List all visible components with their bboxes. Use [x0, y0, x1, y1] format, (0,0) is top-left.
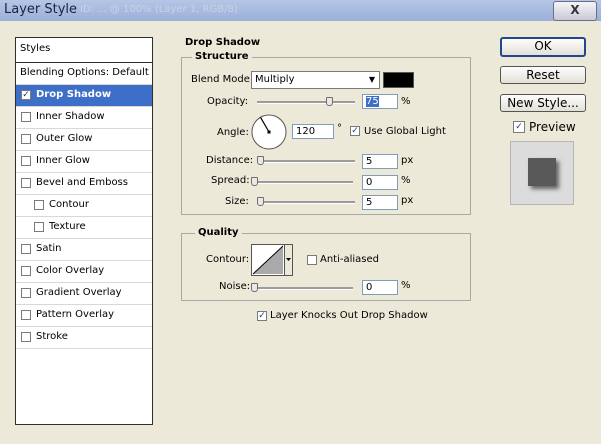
sidebar-item[interactable]: Satin	[16, 239, 152, 261]
sidebar-item-label: Outer Glow	[36, 133, 93, 144]
sidebar-item[interactable]: Inner Shadow	[16, 107, 152, 129]
contour-label: Contour:	[206, 254, 250, 265]
sidebar-item-label: Stroke	[36, 331, 68, 342]
opacity-slider-thumb[interactable]	[326, 97, 333, 106]
noise-label: Noise:	[219, 281, 251, 292]
preview-label: Preview	[529, 120, 576, 134]
close-button[interactable]: X	[553, 1, 597, 21]
opacity-slider-track[interactable]	[257, 101, 355, 104]
spread-unit: %	[401, 175, 411, 186]
anti-aliased-checkbox[interactable]	[307, 255, 317, 265]
spread-slider-thumb[interactable]	[251, 177, 258, 186]
sidebar-item-checkbox[interactable]	[21, 178, 31, 188]
distance-slider-thumb[interactable]	[257, 156, 264, 165]
distance-unit: px	[401, 155, 414, 166]
angle-label: Angle:	[217, 127, 249, 138]
sidebar-item[interactable]: Outer Glow	[16, 129, 152, 151]
sidebar-item-label: Satin	[36, 243, 62, 254]
sidebar-item[interactable]: Bevel and Emboss	[16, 173, 152, 195]
sidebar-item[interactable]: ✓ Drop Shadow	[16, 85, 152, 107]
spread-input[interactable]: 0	[362, 175, 398, 190]
distance-label: Distance:	[206, 155, 254, 166]
preview-shape	[528, 158, 556, 186]
blend-mode-select[interactable]: Multiply ▼	[251, 71, 380, 89]
shadow-color-swatch[interactable]	[383, 72, 414, 88]
ok-button[interactable]: OK	[500, 37, 586, 57]
panel-title: Drop Shadow	[185, 37, 261, 48]
distance-input[interactable]: 5	[362, 154, 398, 169]
reset-button[interactable]: Reset	[500, 66, 586, 84]
size-label: Size:	[225, 196, 249, 207]
structure-title: Structure	[192, 51, 252, 62]
noise-slider-track[interactable]	[253, 287, 353, 290]
preview-checkbox[interactable]: ✓	[513, 121, 525, 133]
chevron-down-icon: ▼	[368, 75, 375, 84]
use-global-light-checkbox[interactable]: ✓	[350, 126, 360, 136]
sidebar-item[interactable]: Texture	[16, 217, 152, 239]
sidebar-item[interactable]: Blending Options: Default	[16, 63, 152, 85]
anti-aliased-label: Anti-aliased	[320, 254, 380, 265]
sidebar-item-label: Color Overlay	[36, 265, 105, 276]
sidebar-item-label: Inner Shadow	[36, 111, 105, 122]
opacity-label: Opacity:	[207, 96, 249, 107]
knockout-label: Layer Knocks Out Drop Shadow	[270, 310, 428, 321]
blend-mode-value: Multiply	[255, 74, 295, 85]
use-global-light-label: Use Global Light	[364, 126, 446, 137]
distance-slider-track[interactable]	[257, 160, 355, 163]
new-style-button[interactable]: New Style...	[500, 94, 586, 112]
size-slider-thumb[interactable]	[257, 197, 264, 206]
sidebar-item-label: Contour	[49, 199, 89, 210]
sidebar-item-label: Blending Options: Default	[20, 67, 149, 78]
quality-title: Quality	[195, 227, 242, 238]
sidebar-item-label: Inner Glow	[36, 155, 90, 166]
noise-unit: %	[401, 280, 411, 291]
sidebar-item-checkbox[interactable]	[21, 244, 31, 254]
styles-list: Styles Blending Options: Default ✓ Drop Sh…	[15, 37, 153, 425]
sidebar-item-checkbox[interactable]	[21, 134, 31, 144]
sidebar-item-checkbox[interactable]	[21, 332, 31, 342]
angle-input[interactable]: 120	[292, 124, 334, 139]
sidebar-item[interactable]: Gradient Overlay	[16, 283, 152, 305]
sidebar-item-checkbox[interactable]	[34, 200, 44, 210]
window-title: Layer Style	[4, 2, 78, 17]
sidebar-item-checkbox[interactable]	[21, 310, 31, 320]
sidebar-item[interactable]: Inner Glow	[16, 151, 152, 173]
preview-thumbnail	[510, 141, 574, 205]
title-bar: Layer Style ID: ... @ 100% (Layer 1, RGB…	[0, 0, 601, 21]
sidebar-item-label: Drop Shadow	[36, 89, 112, 100]
size-unit: px	[401, 195, 414, 206]
blend-mode-label: Blend Mode:	[191, 74, 254, 85]
spread-label: Spread:	[211, 175, 250, 186]
noise-slider-thumb[interactable]	[251, 283, 258, 292]
sidebar-item-checkbox[interactable]: ✓	[21, 90, 31, 100]
sidebar-item[interactable]: Color Overlay	[16, 261, 152, 283]
sidebar-item-label: Pattern Overlay	[36, 309, 115, 320]
sidebar-item-checkbox[interactable]	[34, 222, 44, 232]
sidebar-item-checkbox[interactable]	[21, 266, 31, 276]
styles-header: Styles	[16, 38, 152, 63]
sidebar-item-checkbox[interactable]	[21, 156, 31, 166]
spread-slider-track[interactable]	[253, 181, 353, 184]
contour-picker[interactable]	[251, 244, 293, 276]
sidebar-item-checkbox[interactable]	[21, 112, 31, 122]
sidebar-item[interactable]: Stroke	[16, 327, 152, 349]
size-slider-track[interactable]	[257, 201, 355, 204]
angle-dial[interactable]	[250, 113, 288, 151]
sidebar-item-label: Bevel and Emboss	[36, 177, 128, 188]
sidebar-item-label: Gradient Overlay	[36, 287, 122, 298]
window-ghost-text: ID: ... @ 100% (Layer 1, RGB/8)	[80, 4, 238, 15]
opacity-unit: %	[401, 96, 411, 107]
sidebar-item[interactable]: Pattern Overlay	[16, 305, 152, 327]
sidebar-item-checkbox[interactable]	[21, 288, 31, 298]
size-input[interactable]: 5	[362, 195, 398, 210]
angle-unit: °	[337, 123, 342, 134]
sidebar-item[interactable]: Contour	[16, 195, 152, 217]
noise-input[interactable]: 0	[362, 280, 398, 295]
knockout-checkbox[interactable]: ✓	[257, 311, 267, 321]
sidebar-item-label: Texture	[49, 221, 86, 232]
opacity-input[interactable]: 75	[362, 94, 398, 109]
